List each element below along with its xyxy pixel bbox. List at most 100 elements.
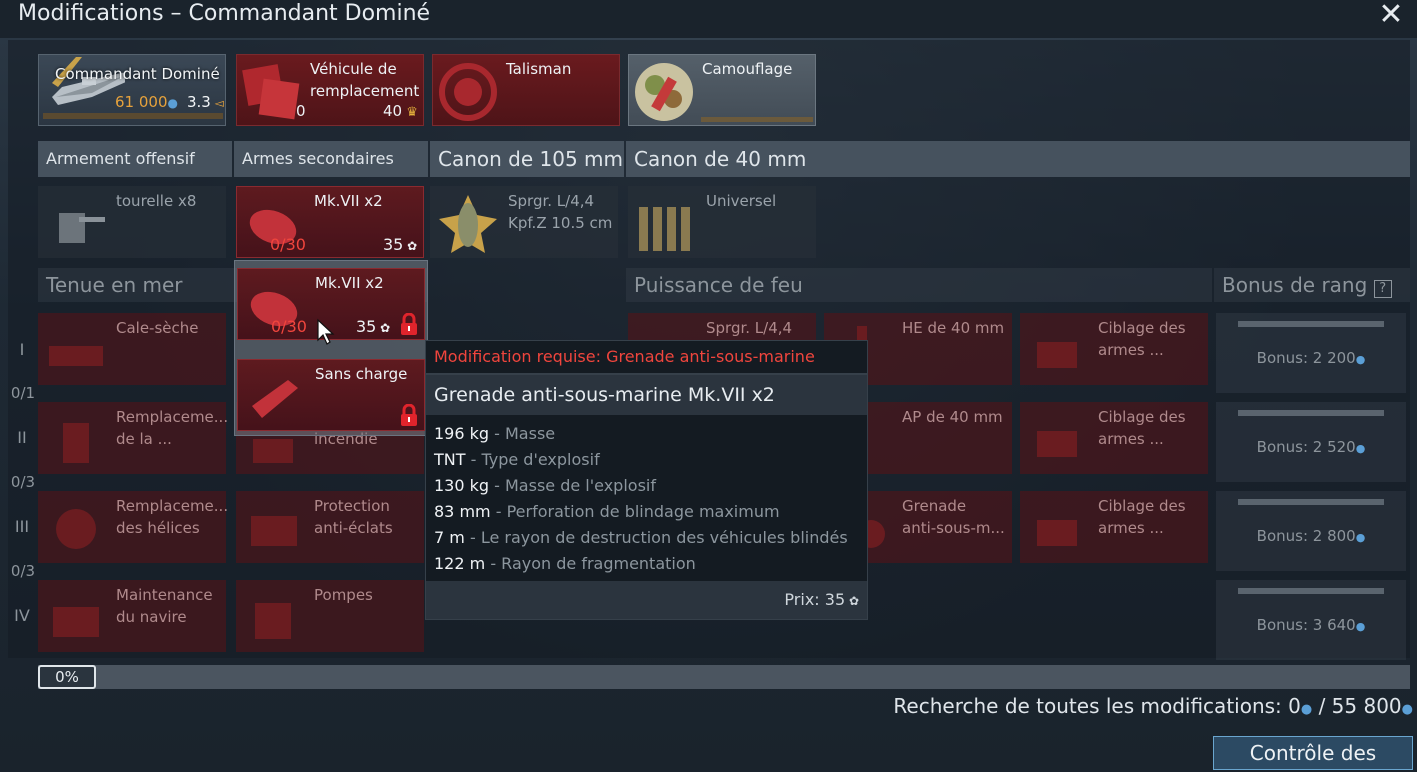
sprgr-mod-label: Sprgr. L/4,4: [706, 319, 793, 337]
maintenance-mod-line1: Maintenance: [116, 586, 213, 604]
targeting-icon: [1037, 431, 1077, 457]
turret-label: tourelle x8: [116, 192, 197, 210]
research-summary: Recherche de toutes les modifications: 0…: [893, 694, 1413, 718]
br-value: 3.3: [187, 93, 211, 111]
mouse-cursor-icon: [317, 318, 335, 345]
research-point-icon: ●: [1300, 702, 1313, 717]
shell-icon: [439, 195, 497, 253]
turret-icon: [59, 213, 105, 243]
replacement-mod-label: Remplaceme... de la ...: [116, 406, 228, 450]
help-icon[interactable]: ?: [1373, 280, 1392, 298]
stat-row: TNT - Type d'explosif: [434, 450, 600, 469]
dropdown-no-charge-option[interactable]: Sans charge: [237, 359, 425, 431]
modification-point-icon: ✿: [403, 239, 418, 253]
replacement-card[interactable]: Véhicule de remplacement 0 40 ♛: [236, 54, 424, 126]
maintenance-mod-line2: du navire: [116, 608, 187, 626]
stat-row: 7 m - Le rayon de destruction des véhicu…: [434, 528, 848, 547]
replacement-icon: [242, 64, 300, 120]
shell-105-line1: Sprgr. L/4,4: [508, 192, 595, 210]
section-rank-bonus: Bonus de rang ?: [1214, 268, 1410, 302]
targeting-mod-3-line1: Ciblage des: [1098, 497, 1186, 515]
targeting-mod-2-line1: Ciblage des: [1098, 408, 1186, 426]
research-point-icon: ●: [1355, 442, 1366, 455]
stat-row: 196 kg - Masse: [434, 424, 556, 443]
ap40-mod-label: AP de 40 mm: [902, 408, 1003, 426]
shell-105-mod[interactable]: Sprgr. L/4,4 Kpf.Z 10.5 cm: [430, 186, 618, 258]
shell-105-label: Sprgr. L/4,4 Kpf.Z 10.5 cm: [508, 190, 612, 234]
mk7-progress: 0/30: [270, 235, 306, 254]
repair-icon: [63, 423, 89, 463]
talisman-icon: [439, 63, 497, 121]
category-gun105: Canon de 105 mm: [430, 141, 624, 177]
rank-4: IV: [14, 606, 30, 625]
asw-grenade-label: Grenade anti-sous-m...: [902, 495, 1005, 539]
dropdown-mk7-label: Mk.VII x2: [315, 274, 384, 292]
bonus-text: Bonus: 2 800●: [1256, 527, 1366, 545]
tooltip-title: Grenade anti-sous-marine Mk.VII x2: [426, 375, 867, 415]
damage-control-button[interactable]: Contrôle des avaries: [1213, 736, 1413, 770]
close-icon[interactable]: ✕: [1375, 0, 1407, 32]
research-point-icon: ●: [1355, 353, 1366, 366]
talisman-card[interactable]: Talisman: [432, 54, 620, 126]
mod-tooltip: Grenade anti-sous-marine Mk.VII x2 196 k…: [425, 374, 868, 620]
overall-progress-bar: 0%: [38, 665, 1410, 689]
pumps-mod[interactable]: Pompes: [236, 580, 424, 652]
stat-row: 83 mm - Perforation de blindage maximum: [434, 502, 780, 521]
propeller-mod[interactable]: Remplaceme... des hélices: [38, 491, 229, 563]
maintenance-mod-label: Maintenance du navire: [116, 584, 213, 628]
dropdown-mk7-cost: 35 ✿: [356, 317, 390, 336]
mk7-label: Mk.VII x2: [314, 192, 383, 210]
research-total: / 55 800: [1312, 694, 1402, 718]
bonus-rank-1: Bonus: 2 200●: [1216, 313, 1406, 393]
replacement-cost: 40 ♛: [383, 102, 418, 120]
rank-count-1: 0/1: [10, 384, 36, 402]
asw-grenade-line1: Grenade: [902, 497, 967, 515]
ammo-belt-icon: [639, 207, 690, 251]
vehicle-price: 61 000●: [115, 93, 178, 111]
modification-point-icon: ✿: [845, 594, 859, 608]
research-label: Recherche de toutes les modifications: 0: [893, 694, 1301, 718]
replacement-mod[interactable]: Remplaceme... de la ...: [38, 402, 228, 474]
vehicle-name: Commandant Dominé: [55, 65, 220, 83]
rank-bonus-label: Bonus de rang: [1222, 273, 1368, 297]
bonus-text: Bonus: 3 640●: [1256, 616, 1366, 634]
drydock-mod[interactable]: Cale-sèche: [38, 313, 226, 385]
splinter-protection-mod[interactable]: Protection anti-éclats: [236, 491, 424, 563]
targeting-icon: [1037, 342, 1077, 368]
maintenance-mod[interactable]: Maintenance du navire: [38, 580, 226, 652]
section-firepower: Puissance de feu: [626, 268, 1212, 302]
targeting-mod-3[interactable]: Ciblage des armes ...: [1020, 491, 1208, 563]
targeting-mod-2[interactable]: Ciblage des armes ...: [1020, 402, 1208, 474]
tooltip-stats: 196 kg - Masse TNT - Type d'explosif 130…: [426, 415, 867, 583]
pumps-mod-label: Pompes: [314, 586, 373, 604]
tooltip-price-text: Prix: 35: [784, 590, 846, 609]
research-point-icon: ●: [167, 96, 178, 110]
research-point-icon: ●: [1355, 620, 1366, 633]
mk7-cost: 35 ✿: [383, 235, 417, 254]
vehicle-card[interactable]: Commandant Dominé 61 000● 3.3 ◅: [38, 54, 226, 126]
replacement-label-line2: remplacement: [310, 82, 420, 100]
rank-1: I: [19, 340, 25, 359]
category-offensive: Armement offensif: [38, 141, 232, 177]
drydock-label: Cale-sèche: [116, 319, 199, 337]
splinter-mod-label: Protection anti-éclats: [314, 495, 393, 539]
stat-row: 122 m - Rayon de fragmentation: [434, 554, 696, 573]
propeller-mod-line1: Remplaceme...: [116, 497, 229, 515]
bonus-rank-3: Bonus: 2 800●: [1216, 491, 1406, 571]
propeller-icon: [56, 509, 96, 549]
battle-rating: 3.3 ◅: [187, 93, 224, 111]
bonus-text: Bonus: 2 200●: [1256, 349, 1366, 367]
targeting-mod-3-line2: armes ...: [1098, 519, 1164, 537]
targeting-mod-2-line2: armes ...: [1098, 430, 1164, 448]
targeting-mod-1[interactable]: Ciblage des armes ...: [1020, 313, 1208, 385]
dropdown-mk7-progress: 0/30: [271, 317, 307, 336]
asw-grenade-line2: anti-sous-m...: [902, 519, 1005, 537]
camouflage-progress: [701, 117, 813, 122]
bonus-bar: [1238, 499, 1384, 505]
universal-mod[interactable]: Universel: [628, 186, 816, 258]
category-gun40: Canon de 40 mm: [626, 141, 1410, 177]
turret-mod[interactable]: tourelle x8: [38, 186, 226, 258]
category-secondary: Armes secondaires: [234, 141, 428, 177]
camouflage-card[interactable]: Camouflage: [628, 54, 816, 126]
mk7-mod[interactable]: Mk.VII x2 0/30 35 ✿: [236, 186, 424, 258]
